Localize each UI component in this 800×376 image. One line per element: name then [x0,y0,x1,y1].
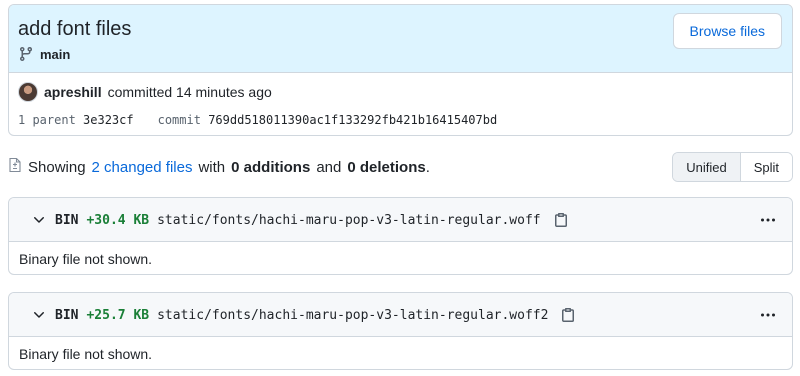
chevron-down-icon[interactable] [31,212,47,231]
git-branch-icon [18,46,34,62]
author-row: apreshill committed 14 minutes ago [18,82,272,102]
file-diff: BIN +25.7 KB static/fonts/hachi-maru-pop… [8,292,793,370]
changed-files-link[interactable]: 2 changed files [92,159,193,176]
copy-icon[interactable] [553,212,569,228]
kebab-horizontal-icon[interactable] [760,307,776,326]
copy-icon[interactable] [560,307,576,323]
commit-sha: 769dd518011390ac1f133292fb421b16415407bd [208,113,498,127]
file-size-change: +30.4 KB [86,212,150,228]
diff-toolbar: Showing 2 changed files with 0 additions… [8,152,793,182]
chevron-down-icon[interactable] [31,307,47,326]
file-path[interactable]: static/fonts/hachi-maru-pop-v3-latin-reg… [157,213,541,228]
file-header: BIN +25.7 KB static/fonts/hachi-maru-pop… [9,293,792,337]
commit-title: add font files [18,18,132,40]
file-path[interactable]: static/fonts/hachi-maru-pop-v3-latin-reg… [157,308,548,323]
file-diff-icon [8,157,22,177]
file-info: BIN +25.7 KB static/fonts/hachi-maru-pop… [55,293,576,337]
parent-label: 1 parent [18,113,76,127]
file-type-badge: BIN [55,307,79,323]
commit-header: add font files main Browse files [9,5,792,73]
file-info: BIN +30.4 KB static/fonts/hachi-maru-pop… [55,198,569,242]
commit-body: apreshill committed 14 minutes ago 1 par… [9,73,792,135]
avatar[interactable] [18,82,38,102]
split-button[interactable]: Split [740,153,792,181]
file-size-change: +25.7 KB [86,307,150,323]
summary-showing: Showing [28,158,86,176]
additions-count: 0 additions [231,158,311,176]
file-body: Binary file not shown. [19,345,153,362]
parent-sha[interactable]: 3e323cf [83,113,134,127]
view-toggle: Unified Split [672,152,793,182]
commit-box: add font files main Browse files apreshi… [8,4,793,136]
commit-label: commit [157,113,201,127]
commit-time: committed 14 minutes ago [107,84,272,100]
branch-indicator[interactable]: main [18,46,70,62]
file-diff: BIN +30.4 KB static/fonts/hachi-maru-pop… [8,197,793,275]
browse-files-button[interactable]: Browse files [672,13,782,49]
diff-summary: Showing 2 changed files with 0 additions… [8,157,430,177]
file-type-badge: BIN [55,212,79,228]
unified-button[interactable]: Unified [673,153,741,181]
deletions-count: 0 deletions [347,158,426,176]
author-name[interactable]: apreshill [44,84,102,100]
commit-meta: 1 parent 3e323cf commit 769dd518011390ac… [18,113,497,127]
file-header: BIN +30.4 KB static/fonts/hachi-maru-pop… [9,198,792,242]
kebab-horizontal-icon[interactable] [760,212,776,231]
branch-name[interactable]: main [40,47,70,62]
summary-and: and [316,158,342,176]
file-body: Binary file not shown. [19,250,153,267]
summary-period: . [425,158,430,176]
summary-with: with [198,158,226,176]
